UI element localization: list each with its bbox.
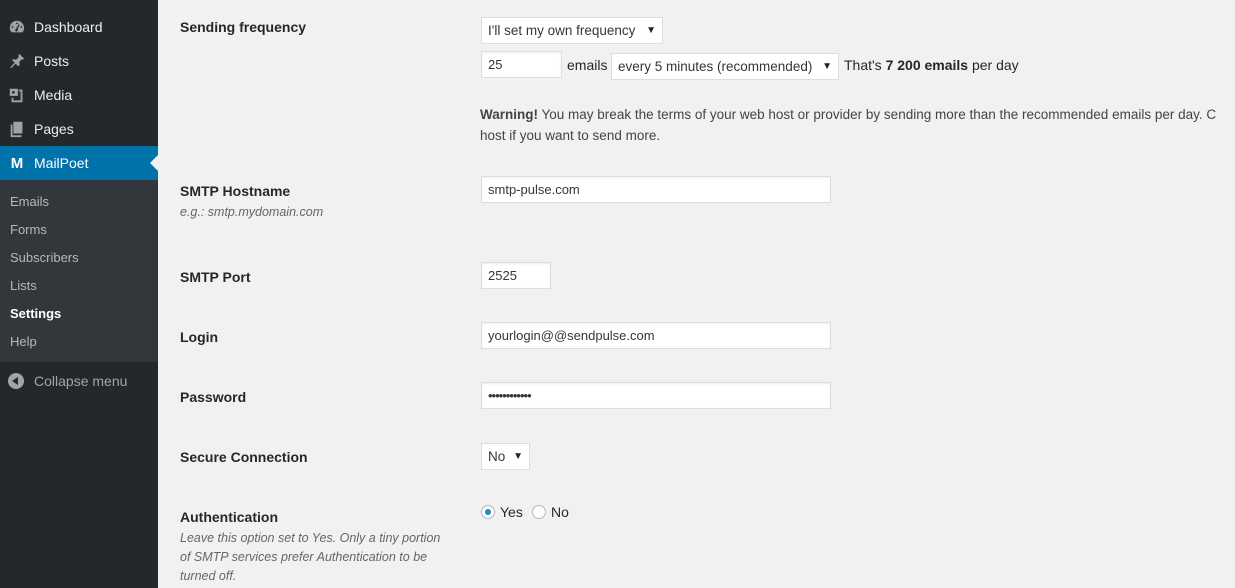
summary-prefix: That's (844, 57, 882, 73)
emails-per-day-summary: That's 7 200 emails per day (844, 57, 1019, 73)
menu-item-label: Posts (34, 53, 70, 69)
frequency-mode-select[interactable]: I'll set my own frequency ▼ (481, 17, 663, 44)
submenu-item-subscribers[interactable]: Subscribers (10, 250, 79, 265)
admin-sidebar: Dashboard Posts Media Pages M MailPoet E… (0, 0, 158, 588)
summary-suffix: per day (971, 57, 1019, 73)
smtp-hostname-input[interactable]: smtp-pulse.com (481, 176, 831, 203)
collapse-menu-label: Collapse menu (34, 373, 128, 389)
frequency-warning: Warning! You may break the terms of your… (480, 104, 1235, 146)
emails-count-input[interactable]: 25 (481, 51, 562, 78)
mailpoet-icon: M (10, 154, 24, 172)
menu-item-dashboard[interactable]: Dashboard (0, 10, 158, 44)
sending-frequency-label: Sending frequency (180, 19, 307, 35)
authentication-no-radio[interactable] (532, 505, 546, 519)
password-input[interactable]: •••••••••••• (481, 382, 831, 409)
submenu-item-lists[interactable]: Lists (10, 278, 37, 293)
menu-item-label: MailPoet (34, 155, 89, 171)
current-menu-arrow (150, 155, 158, 171)
frequency-mode-value: I'll set my own frequency (488, 23, 636, 38)
warning-label: Warning! (480, 107, 538, 122)
menu-item-label: Media (34, 87, 73, 103)
warning-text-line2: host if you want to send more. (480, 128, 661, 143)
smtp-hostname-label: SMTP Hostname (180, 183, 291, 199)
authentication-hint-line: Leave this option set to Yes. Only a tin… (180, 531, 441, 545)
menu-item-label: Dashboard (34, 19, 103, 35)
chevron-down-icon: ▼ (646, 25, 656, 36)
authentication-yes-label[interactable]: Yes (500, 504, 523, 520)
authentication-hint-line: turned off. (180, 569, 237, 583)
submenu-item-forms[interactable]: Forms (10, 222, 47, 237)
media-icon (7, 85, 27, 105)
login-input[interactable]: yourlogin@@sendpulse.com (481, 322, 831, 349)
submenu-item-settings[interactable]: Settings (10, 306, 61, 321)
secure-connection-select[interactable]: No ▼ (481, 443, 530, 470)
authentication-yes-radio[interactable] (481, 505, 495, 519)
menu-item-label: Pages (34, 121, 74, 137)
smtp-port-label: SMTP Port (180, 269, 251, 285)
menu-item-media[interactable]: Media (0, 78, 158, 112)
menu-item-pages[interactable]: Pages (0, 112, 158, 146)
chevron-down-icon: ▼ (822, 61, 832, 72)
smtp-port-input[interactable]: 2525 (481, 262, 551, 289)
dashboard-icon (7, 17, 27, 37)
frequency-interval-select[interactable]: every 5 minutes (recommended) ▼ (611, 53, 839, 80)
pages-icon (7, 119, 27, 139)
summary-emails-count: 7 200 emails (885, 57, 969, 73)
submenu-item-help[interactable]: Help (10, 334, 37, 349)
emails-unit-label: emails (567, 57, 608, 73)
login-label: Login (180, 329, 219, 345)
authentication-label: Authentication (180, 509, 278, 525)
authentication-hint: Leave this option set to Yes. Only a tin… (180, 529, 440, 586)
submenu-item-emails[interactable]: Emails (10, 194, 49, 209)
chevron-down-icon: ▼ (513, 451, 523, 462)
password-label: Password (180, 389, 247, 405)
pushpin-icon (7, 51, 27, 71)
mailpoet-submenu: Emails Forms Subscribers Lists Settings … (0, 180, 158, 362)
secure-connection-value: No (488, 449, 506, 464)
smtp-hostname-hint: e.g.: smtp.mydomain.com (180, 205, 324, 219)
secure-connection-label: Secure Connection (180, 449, 308, 465)
menu-item-posts[interactable]: Posts (0, 44, 158, 78)
authentication-no-label[interactable]: No (551, 504, 569, 520)
collapse-arrow-icon (8, 373, 24, 389)
collapse-menu-button[interactable]: Collapse menu (0, 368, 158, 394)
warning-text-line1: You may break the terms of your web host… (541, 107, 1217, 122)
frequency-interval-value: every 5 minutes (recommended) (618, 59, 813, 74)
menu-item-mailpoet[interactable]: M MailPoet (0, 146, 158, 180)
authentication-hint-line: of SMTP services prefer Authentication t… (180, 550, 428, 564)
settings-form: Sending frequency I'll set my own freque… (158, 0, 1235, 588)
